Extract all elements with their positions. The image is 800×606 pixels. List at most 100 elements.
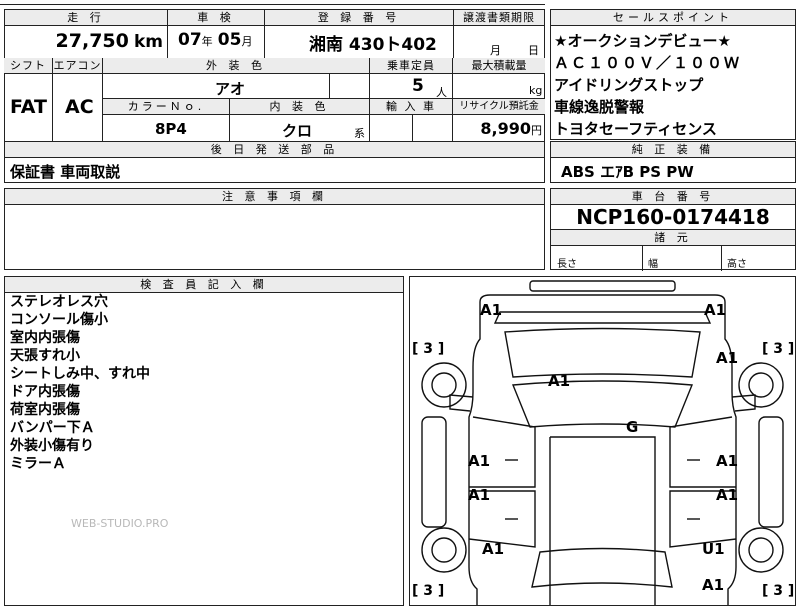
inspection-month: 05 — [217, 30, 242, 50]
max-load-header: 最大積載量 — [453, 58, 545, 74]
caution-header: 注 意 事 項 欄 — [5, 189, 544, 205]
interior-color-value: クロ — [282, 122, 313, 140]
mileage-header: 走 行 — [5, 10, 167, 26]
sales-point-line: トヨタセーフティセンス — [554, 120, 717, 138]
mark-left-tire-front: [ 3 ] — [412, 341, 445, 357]
registration-box: 登 録 番 号 湘南 430ト402 — [264, 9, 454, 59]
sales-point-line: ★オークションデビュー★ — [554, 32, 731, 50]
car-outline — [421, 280, 784, 605]
mark-right-tire-rear: [ 3 ] — [762, 583, 795, 599]
genuine-equipment-box: 純 正 装 備 ABS エｱB PS PW — [550, 141, 796, 183]
mileage-unit: km — [133, 32, 163, 52]
sales-point-line: 車線逸脱警報 — [554, 98, 645, 116]
mark-front-right: A1 — [704, 301, 727, 319]
mark-right-mirror: A1 — [716, 349, 739, 367]
dim-divider-2 — [721, 245, 722, 271]
capacity-unit: 人 — [436, 86, 447, 99]
shift-cell: シフト FAT — [4, 58, 53, 142]
inspection-header: 車 検 — [168, 10, 264, 26]
import-divider — [412, 114, 413, 142]
genuine-equipment-value: ABS エｱB PS PW — [561, 163, 694, 181]
mark-right-rear-u: U1 — [702, 540, 725, 558]
mark-left-rear: A1 — [482, 540, 505, 558]
transfer-header: 譲渡書類期限 — [454, 10, 544, 26]
interior-color-header: 内 装 色 — [230, 99, 369, 115]
chassis-box: 車 台 番 号 NCP160-0174418 — [550, 188, 796, 230]
caution-box: 注 意 事 項 欄 — [4, 188, 545, 270]
color-no-value: 8P4 — [155, 120, 187, 138]
capacity-cell: 乗車定員 5 人 — [370, 58, 453, 99]
shift-header: シフト — [4, 58, 52, 74]
color-no-header: カラーＮｏ. — [103, 99, 229, 115]
exterior-color-header: 外 装 色 — [103, 58, 369, 74]
mark-rear-bumper: A1 — [702, 576, 725, 594]
inspection-year: 07 — [178, 30, 202, 50]
sales-point-line: アイドリングストップ — [554, 76, 704, 94]
aircon-value: AC — [65, 96, 94, 118]
max-load-unit: kg — [529, 84, 543, 97]
mark-left-rear-door: A1 — [468, 486, 491, 504]
import-header: 輸 入 車 — [370, 99, 452, 115]
interior-color-suffix: 系 — [354, 127, 365, 140]
dimensions-header: 諸 元 — [551, 230, 795, 246]
mark-left-front-door: A1 — [468, 452, 491, 470]
sales-points-header: セールスポイント — [551, 10, 795, 26]
warranty-value: 保証書 車両取説 — [10, 163, 121, 181]
transfer-day: 日 — [528, 44, 539, 57]
inspector-note-line: 荷室内張傷 — [10, 402, 80, 418]
sales-point-line: ＡＣ１００Ｖ／１００Ｗ — [554, 54, 742, 72]
genuine-equipment-header: 純 正 装 備 — [551, 142, 795, 158]
inspector-note-line: コンソール傷小 — [10, 312, 108, 328]
car-diagram — [421, 280, 784, 605]
inspection-box: 車 検 07年 05月 — [167, 9, 265, 59]
exterior-color-value: アオ — [215, 80, 246, 98]
sales-points-box: セールスポイント ★オークションデビュー★ ＡＣ１００Ｖ／１００Ｗ アイドリング… — [550, 9, 796, 140]
mileage-value: 27,750 — [55, 30, 129, 52]
year-unit: 年 — [201, 35, 213, 48]
import-cell: 輸 入 車 — [370, 99, 453, 142]
chassis-header: 車 台 番 号 — [551, 189, 795, 205]
transfer-month: 月 — [490, 44, 501, 57]
inspector-note-line: ドア内張傷 — [10, 384, 80, 400]
recycle-value: 8,990 — [480, 119, 531, 138]
dim-width-label: 幅 — [648, 259, 658, 270]
transfer-box: 譲渡書類期限 月 日 — [453, 9, 545, 59]
inspector-note-line: ステレオレス穴 — [10, 294, 108, 310]
capacity-header: 乗車定員 — [370, 58, 452, 74]
mark-windshield: G — [626, 418, 639, 436]
top-cut-strip — [0, 0, 545, 5]
month-unit: 月 — [241, 35, 253, 48]
mark-right-rear-door: A1 — [716, 486, 739, 504]
inspector-note-line: 室内内張傷 — [10, 330, 80, 346]
recycle-header: リサイクル預託金 — [453, 99, 545, 115]
inspector-note-line: ミラーＡ — [10, 456, 66, 472]
exterior-color-divider — [329, 73, 330, 99]
mark-right-tire-front: [ 3 ] — [762, 341, 795, 357]
dim-height-label: 高さ — [727, 259, 747, 270]
registration-value: 湘南 430ト402 — [309, 35, 437, 55]
inspector-note-line: 外装小傷有り — [10, 438, 94, 454]
aircon-header: エアコン — [53, 58, 102, 74]
max-load-cell: 最大積載量 kg — [453, 58, 545, 99]
aircon-cell: エアコン AC — [53, 58, 103, 142]
exterior-color-cell: 外 装 色 アオ — [103, 58, 370, 99]
mark-right-front-door: A1 — [716, 452, 739, 470]
later-parts-box: 後 日 発 送 部 品 保証書 車両取説 — [4, 141, 545, 183]
mark-hood: A1 — [548, 372, 571, 390]
car-diagram-box: A1 A1 [ 3 ] [ 3 ] A1 A1 G A1 A1 A1 A1 A1… — [409, 276, 796, 606]
mark-front-left: A1 — [480, 301, 503, 319]
capacity-value: 5 — [412, 76, 424, 96]
mileage-box: 走 行 27,750 km — [4, 9, 168, 59]
later-parts-header: 後 日 発 送 部 品 — [5, 142, 544, 158]
dim-divider-1 — [642, 245, 643, 271]
mark-left-tire-rear: [ 3 ] — [412, 583, 445, 599]
dimensions-box: 諸 元 長さ 幅 高さ — [550, 229, 796, 271]
chassis-value: NCP160-0174418 — [576, 205, 770, 229]
recycle-cell: リサイクル預託金 8,990円 — [453, 99, 545, 142]
inspector-note-line: バンパー下Ａ — [10, 420, 95, 436]
color-no-cell: カラーＮｏ. 8P4 — [103, 99, 230, 142]
inspector-note-line: シートしみ中、すれ中 — [10, 366, 150, 382]
dim-length-label: 長さ — [557, 259, 577, 270]
inspector-notes-box: 検 査 員 記 入 欄 ステレオレス穴 コンソール傷小 室内内張傷 天張すれ小 … — [4, 276, 404, 606]
inspector-notes-header: 検 査 員 記 入 欄 — [5, 277, 403, 293]
